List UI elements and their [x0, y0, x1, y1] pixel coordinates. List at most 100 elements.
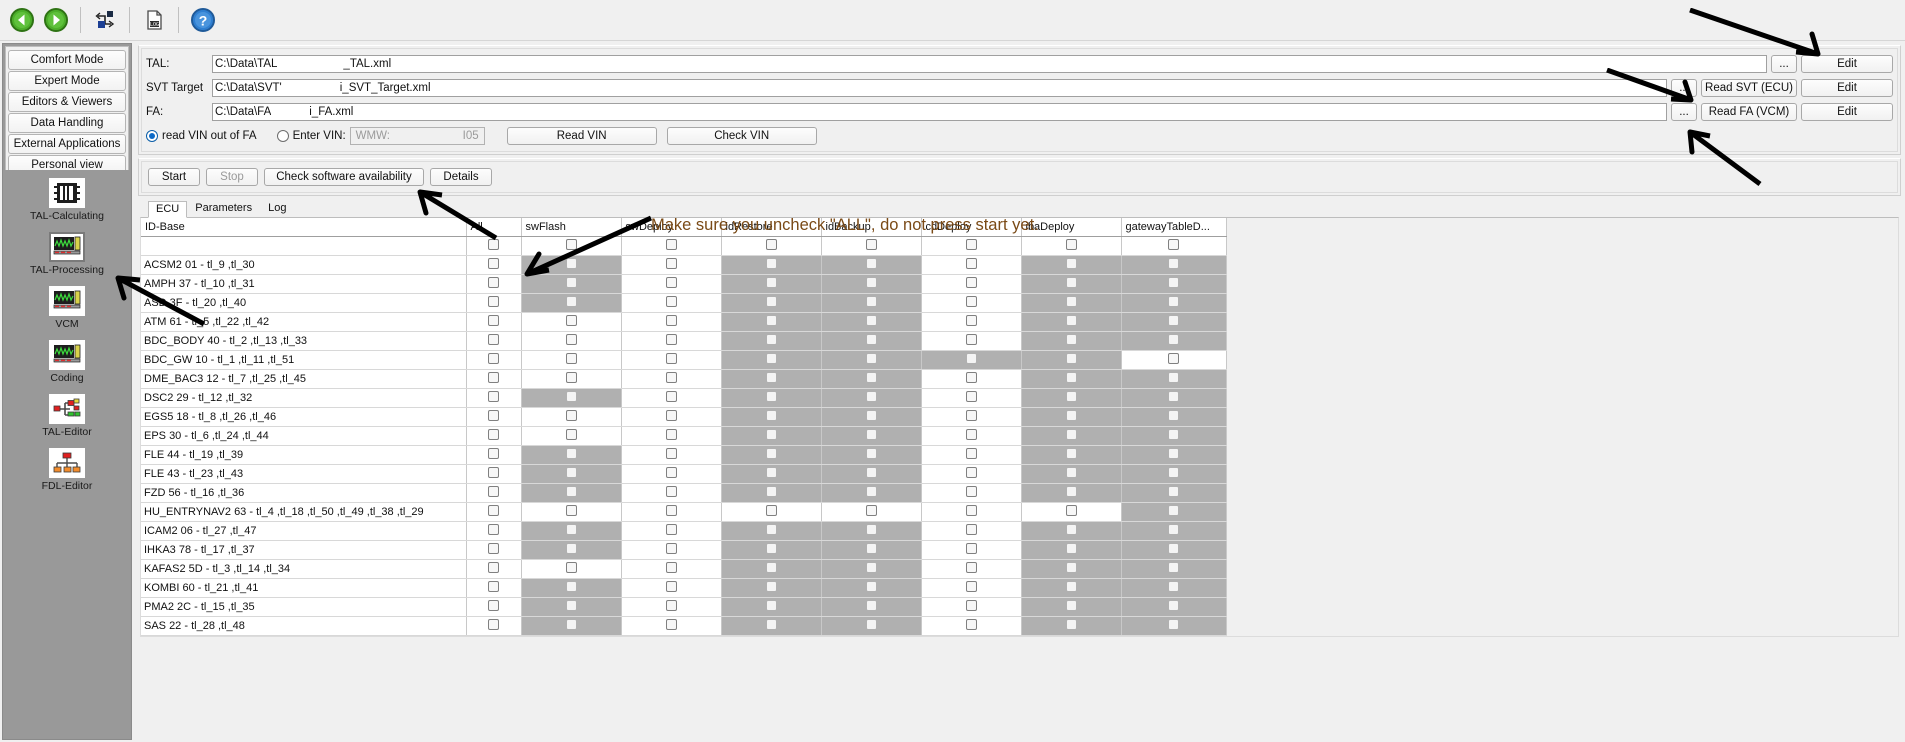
- cell-swDeploy[interactable]: [621, 293, 722, 313]
- sidebar-mode-editors-viewers[interactable]: Editors & Viewers: [8, 92, 126, 112]
- cell-swFlash[interactable]: [521, 559, 622, 579]
- checkbox[interactable]: [665, 618, 677, 630]
- checkbox[interactable]: [488, 314, 499, 326]
- cell-idRestore[interactable]: [721, 293, 822, 313]
- column-header-swflash[interactable]: swFlash: [521, 218, 622, 237]
- cell-All[interactable]: [466, 578, 522, 598]
- checkbox[interactable]: [1168, 504, 1179, 516]
- cell-cdDeploy[interactable]: [921, 312, 1022, 332]
- checkbox[interactable]: [965, 257, 977, 269]
- svt-edit-button[interactable]: Edit: [1801, 79, 1893, 97]
- sidebar-item-tal-processing[interactable]: TAL-Processing: [3, 232, 131, 276]
- cell-idRestore[interactable]: [721, 274, 822, 294]
- cell-idBackup[interactable]: [821, 255, 922, 275]
- checkbox[interactable]: [865, 371, 877, 383]
- cell-idBackup[interactable]: [821, 350, 922, 370]
- checkbox[interactable]: [865, 485, 877, 497]
- checkbox[interactable]: [665, 485, 677, 497]
- checkbox[interactable]: [488, 447, 499, 459]
- checkbox[interactable]: [1065, 371, 1077, 383]
- cell-swFlash[interactable]: [521, 255, 622, 275]
- cell-All[interactable]: [466, 369, 522, 389]
- cell-cdDeploy[interactable]: [921, 350, 1022, 370]
- cell-ibaDeploy[interactable]: [1021, 502, 1122, 522]
- cell-All[interactable]: [466, 445, 522, 465]
- checkbox[interactable]: [665, 371, 677, 383]
- checkbox[interactable]: [1065, 314, 1077, 326]
- checkbox[interactable]: [1065, 542, 1077, 554]
- checkbox[interactable]: [765, 257, 777, 269]
- cell-All[interactable]: [466, 597, 522, 617]
- checkbox[interactable]: [965, 314, 977, 326]
- checkbox[interactable]: [565, 257, 577, 269]
- checkbox[interactable]: [1065, 276, 1077, 288]
- select-all-cell-idRestore[interactable]: [721, 236, 822, 256]
- checkbox[interactable]: [965, 466, 977, 478]
- cell-ibaDeploy[interactable]: [1021, 521, 1122, 541]
- checkbox[interactable]: [865, 523, 877, 535]
- cell-idRestore[interactable]: [721, 464, 822, 484]
- cell-idBackup[interactable]: [821, 331, 922, 351]
- checkbox[interactable]: [1168, 466, 1179, 478]
- cell-gatewayTableD...[interactable]: [1121, 445, 1227, 465]
- table-select-all-row[interactable]: [141, 236, 1227, 256]
- checkbox[interactable]: [765, 504, 777, 516]
- checkbox[interactable]: [1065, 561, 1077, 573]
- table-row[interactable]: ICAM2 06 - tl_27 ,tl_47: [141, 521, 1227, 541]
- cell-gatewayTableD...[interactable]: [1121, 255, 1227, 275]
- checkbox[interactable]: [488, 580, 499, 592]
- cell-cdDeploy[interactable]: [921, 559, 1022, 579]
- cell-ibaDeploy[interactable]: [1021, 293, 1122, 313]
- checkbox[interactable]: [965, 390, 977, 402]
- ecu-table[interactable]: ID-Base All swFlash swDeploy idRestore idBack…: [141, 218, 1227, 636]
- select-all-cell-idBackup[interactable]: [821, 236, 922, 256]
- checkbox[interactable]: [1065, 295, 1077, 307]
- cell-idBackup[interactable]: [821, 540, 922, 560]
- checkbox[interactable]: [865, 466, 877, 478]
- cell-swFlash[interactable]: [521, 483, 622, 503]
- cell-idBackup[interactable]: [821, 502, 922, 522]
- checkbox[interactable]: [965, 618, 977, 630]
- table-row[interactable]: DSC2 29 - tl_12 ,tl_32: [141, 388, 1227, 408]
- cell-swFlash[interactable]: [521, 407, 622, 427]
- checkbox[interactable]: [1168, 618, 1179, 630]
- checkbox[interactable]: [1065, 580, 1077, 592]
- checkbox[interactable]: [765, 542, 777, 554]
- select-all-cell-cdDeploy[interactable]: [921, 236, 1022, 256]
- checkbox[interactable]: [565, 504, 577, 516]
- cell-swFlash[interactable]: [521, 578, 622, 598]
- checkbox[interactable]: [965, 561, 977, 573]
- cell-All[interactable]: [466, 483, 522, 503]
- cell-cdDeploy[interactable]: [921, 483, 1022, 503]
- cell-swDeploy[interactable]: [621, 483, 722, 503]
- help-icon[interactable]: ?: [187, 4, 219, 36]
- sidebar-mode-external-applications[interactable]: External Applications: [8, 134, 126, 154]
- checkbox[interactable]: [1168, 238, 1179, 250]
- checkbox[interactable]: [1168, 371, 1179, 383]
- cell-cdDeploy[interactable]: [921, 388, 1022, 408]
- checkbox[interactable]: [765, 295, 777, 307]
- cell-gatewayTableD...[interactable]: [1121, 521, 1227, 541]
- cell-swFlash[interactable]: [521, 293, 622, 313]
- checkbox[interactable]: [1065, 485, 1077, 497]
- checkbox[interactable]: [488, 542, 499, 554]
- cell-cdDeploy[interactable]: [921, 293, 1022, 313]
- checkbox[interactable]: [665, 295, 677, 307]
- checkbox[interactable]: [488, 409, 499, 421]
- checkbox[interactable]: [965, 542, 977, 554]
- checkbox[interactable]: [488, 257, 499, 269]
- cell-ibaDeploy[interactable]: [1021, 616, 1122, 636]
- checkbox[interactable]: [865, 447, 877, 459]
- cell-swFlash[interactable]: [521, 540, 622, 560]
- read-svt-ecu-button[interactable]: Read SVT (ECU): [1701, 79, 1797, 97]
- table-row[interactable]: EGS5 18 - tl_8 ,tl_26 ,tl_46: [141, 407, 1227, 427]
- cell-idRestore[interactable]: [721, 540, 822, 560]
- checkbox[interactable]: [965, 238, 977, 250]
- cell-All[interactable]: [466, 312, 522, 332]
- cell-swDeploy[interactable]: [621, 578, 722, 598]
- checkbox[interactable]: [765, 276, 777, 288]
- checkbox[interactable]: [865, 390, 877, 402]
- checkbox[interactable]: [565, 352, 577, 364]
- checkbox[interactable]: [765, 523, 777, 535]
- cell-swDeploy[interactable]: [621, 426, 722, 446]
